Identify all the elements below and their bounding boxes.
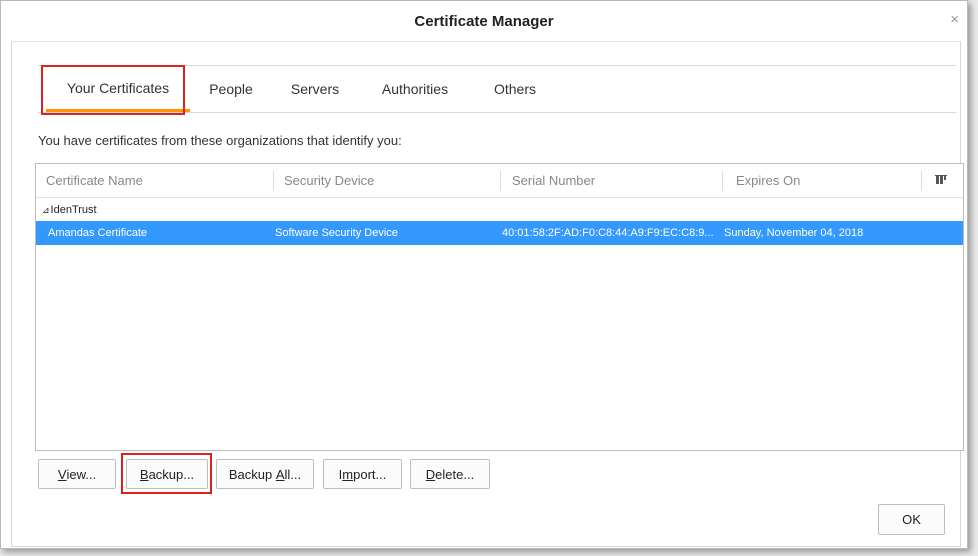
tab-label: Your Certificates [66,79,170,96]
button-label: Backup [228,466,276,482]
column-expires-on[interactable]: Expires On [736,164,906,197]
intro-text: You have certificates from these organiz… [38,133,402,148]
tab-label: People [209,81,253,97]
button-label: ackup... [148,466,195,482]
button-label: ll... [284,466,302,482]
tab-your-certificates[interactable]: Your Certificates [46,66,190,112]
cert-name-cell: Amandas Certificate [48,227,148,239]
dialog-title: Certificate Manager [414,12,554,30]
security-device-cell: Software Security Device [275,227,398,239]
column-label: Security Device [284,173,375,188]
delete-button[interactable]: Delete... [410,459,490,489]
button-label: elete... [435,466,475,482]
tab-people[interactable]: People [196,66,266,112]
tab-servers[interactable]: Servers [278,66,352,112]
access-key: B [139,466,149,482]
button-label: OK [902,512,921,527]
tab-strip: Your Certificates People Servers Authori… [38,65,956,113]
column-label: Expires On [736,173,801,188]
column-serial-number[interactable]: Serial Number [512,164,722,197]
certificate-tree[interactable]: Certificate Name Security Device Serial … [35,163,964,451]
button-label: iew... [66,466,97,482]
access-key: V [57,466,67,482]
backup-all-button[interactable]: Backup All... [216,459,314,489]
tree-group-row[interactable]: ⊿ IdenTrust [36,200,97,220]
expires-on-cell: Sunday, November 04, 2018 [724,227,864,239]
table-row[interactable]: Amandas Certificate Software Security De… [36,221,963,245]
column-label: Certificate Name [46,173,143,188]
column-separator[interactable] [273,171,274,191]
access-key: A [275,466,285,482]
column-security-device[interactable]: Security Device [284,164,494,197]
column-label: Serial Number [512,173,596,188]
tab-label: Authorities [381,81,449,97]
tab-others[interactable]: Others [478,66,552,112]
column-certificate-name[interactable]: Certificate Name [46,164,271,197]
column-separator[interactable] [500,171,501,191]
tab-label: Others [493,81,536,97]
tab-authorities[interactable]: Authorities [368,66,462,112]
column-separator[interactable] [722,171,723,191]
access-key: D [425,466,436,482]
tab-label: Servers [290,81,340,97]
title-bar: Certificate Manager × [1,1,967,41]
group-name: IdenTrust [50,204,97,216]
tree-header: Certificate Name Security Device Serial … [36,164,963,198]
access-key: m [342,466,354,482]
serial-number-cell: 40:01:58:2F:AD:F0:C8:44:A9:F9:EC:C8:9... [502,227,714,239]
column-picker-icon[interactable] [935,174,947,186]
twisty-icon[interactable]: ⊿ [42,205,50,216]
button-label: port... [353,466,387,482]
column-separator[interactable] [921,171,922,191]
import-button[interactable]: Im port... [323,459,402,489]
ok-button[interactable]: OK [878,504,945,535]
view-button[interactable]: View... [38,459,116,489]
backup-button[interactable]: Backup... [126,459,208,489]
close-icon[interactable]: × [950,11,959,28]
